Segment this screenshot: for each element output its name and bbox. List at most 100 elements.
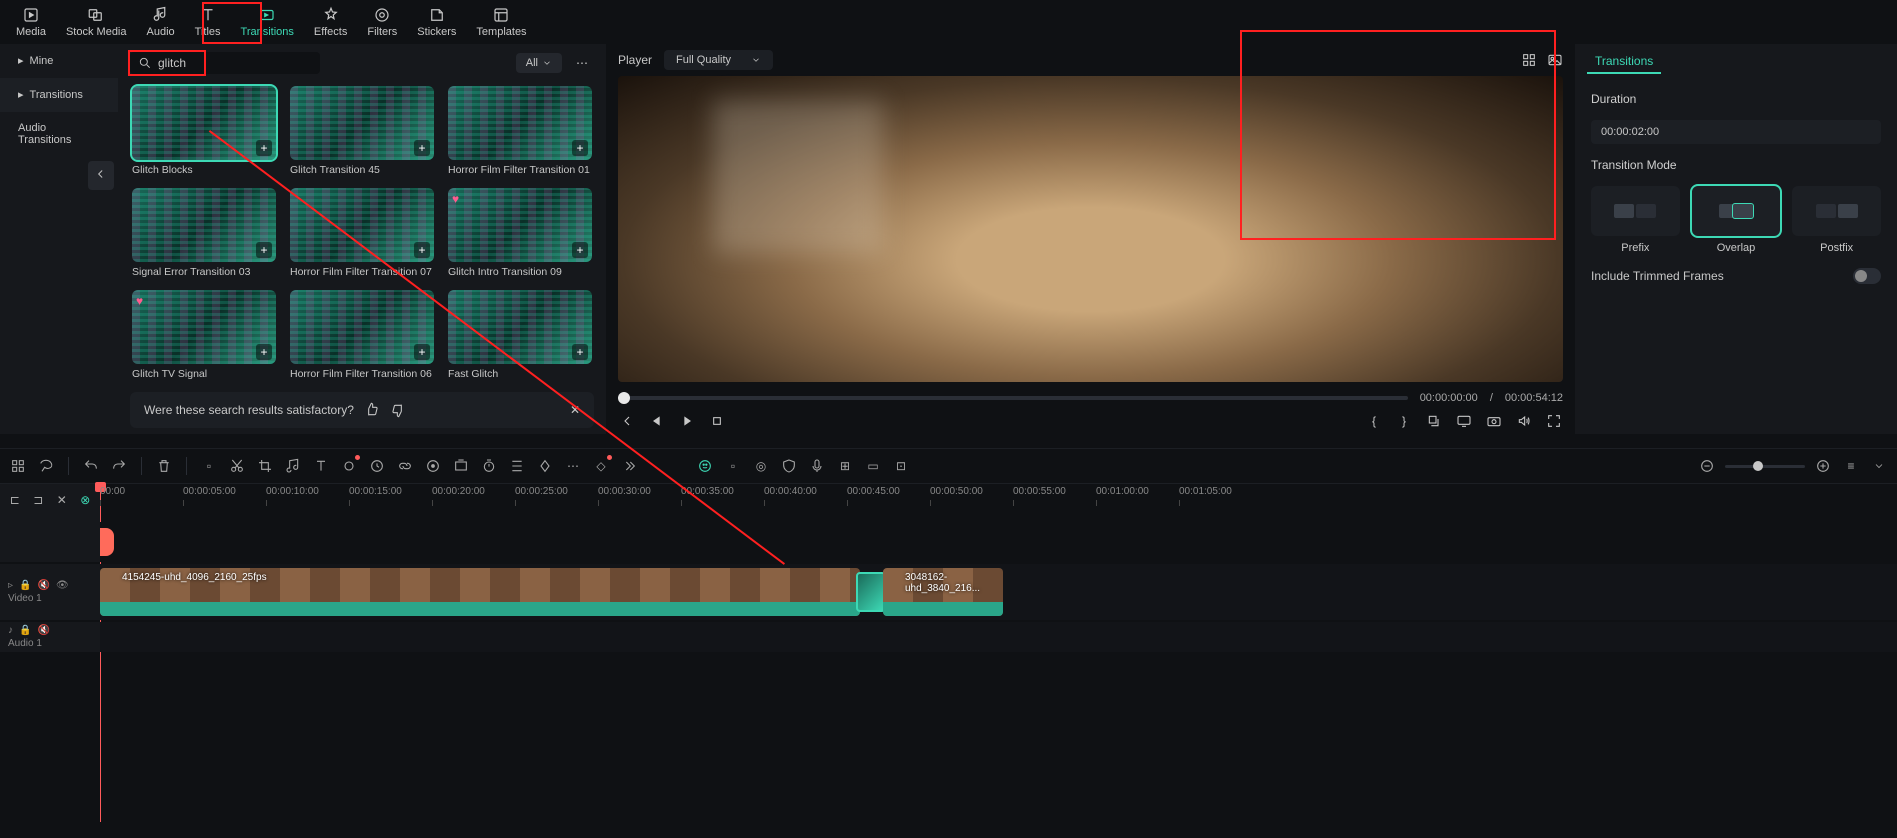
video-clip-2[interactable]: 3048162-uhd_3840_216... — [883, 568, 1003, 616]
tab-titles[interactable]: Titles — [187, 2, 229, 42]
mic-button[interactable] — [807, 456, 827, 476]
tool-4-icon[interactable]: ▭ — [863, 456, 883, 476]
timer-button[interactable] — [479, 456, 499, 476]
transition-thumb[interactable]: ♥ + Glitch Intro Transition 09 — [448, 188, 592, 278]
screen-icon[interactable] — [1455, 412, 1473, 430]
gap-track-body[interactable] — [100, 522, 1897, 562]
brace-close-icon[interactable]: } — [1395, 412, 1413, 430]
stop-button[interactable] — [708, 412, 726, 430]
mute-icon[interactable]: 🔇 — [37, 580, 49, 591]
tab-filters[interactable]: Filters — [359, 2, 405, 42]
transition-thumb[interactable]: + Horror Film Filter Transition 07 — [290, 188, 434, 278]
feedback-close-button[interactable]: ✕ — [570, 403, 580, 417]
time-ruler[interactable]: 00:0000:00:05:0000:00:10:0000:00:15:0000… — [100, 484, 1897, 522]
tool-2-icon[interactable]: ◎ — [751, 456, 771, 476]
quality-dropdown[interactable]: Full Quality — [664, 50, 773, 70]
transition-thumb[interactable]: + Fast Glitch — [448, 290, 592, 380]
sidebar-item-audio-transitions[interactable]: Audio Transitions — [0, 112, 118, 157]
tab-templates[interactable]: Templates — [468, 2, 534, 42]
lock-icon[interactable]: 🔒 — [19, 625, 31, 636]
tab-transitions[interactable]: Transitions — [233, 2, 302, 42]
transition-thumb[interactable]: + Glitch Transition 45 — [290, 86, 434, 176]
tool-3-icon[interactable]: ⊞ — [835, 456, 855, 476]
delete-button[interactable] — [154, 456, 174, 476]
mute-icon[interactable]: 🔇 — [37, 625, 49, 636]
view-list-icon[interactable]: ≡ — [1841, 456, 1861, 476]
zoom-in-button[interactable] — [1813, 456, 1833, 476]
magnet-icon[interactable]: ⊏ — [6, 490, 24, 510]
link-button[interactable] — [395, 456, 415, 476]
audio-icon[interactable]: ♪ — [8, 625, 13, 636]
camera-icon[interactable]: ▹ — [8, 580, 13, 591]
duration-input[interactable]: 00:00:02:00 — [1591, 120, 1881, 144]
expand-tools-button[interactable] — [619, 456, 639, 476]
tool-1-icon[interactable]: ▫ — [723, 456, 743, 476]
tool-lasso-icon[interactable] — [36, 456, 56, 476]
thumbs-up-icon[interactable] — [364, 402, 380, 418]
crop-button[interactable] — [255, 456, 275, 476]
mode-postfix[interactable]: Postfix — [1792, 186, 1881, 254]
marker-icon[interactable] — [1425, 412, 1443, 430]
mode-prefix[interactable]: Prefix — [1591, 186, 1680, 254]
marker-chip[interactable] — [100, 528, 114, 556]
collapse-sidebar-button[interactable] — [88, 161, 114, 190]
sidebar-item-mine[interactable]: ▸Mine — [0, 44, 118, 78]
music-button[interactable] — [283, 456, 303, 476]
shield-icon[interactable] — [779, 456, 799, 476]
tab-stock[interactable]: Stock Media — [58, 2, 135, 42]
speed-button[interactable] — [367, 456, 387, 476]
transition-thumb[interactable]: ♥ + Glitch TV Signal — [132, 290, 276, 380]
prev-frame-button[interactable] — [618, 412, 636, 430]
scrub-thumb[interactable] — [618, 392, 630, 404]
search-input[interactable] — [158, 56, 298, 70]
record-button[interactable] — [339, 456, 359, 476]
link-tracks-icon[interactable]: ✕ — [53, 490, 71, 510]
grid-view-icon[interactable] — [1521, 52, 1537, 68]
transition-thumb[interactable]: + Signal Error Transition 03 — [132, 188, 276, 278]
undo-button[interactable] — [81, 456, 101, 476]
snapshot-button[interactable] — [1485, 412, 1503, 430]
tab-stickers[interactable]: Stickers — [409, 2, 464, 42]
tool-5-icon[interactable]: ⊡ — [891, 456, 911, 476]
audio-track-body[interactable] — [100, 622, 1897, 652]
keyframe-button[interactable] — [535, 456, 555, 476]
lock-icon[interactable]: 🔒 — [19, 580, 31, 591]
sidebar-item-transitions[interactable]: ▸Transitions — [0, 78, 118, 112]
transition-on-timeline[interactable] — [856, 572, 886, 612]
volume-button[interactable] — [1515, 412, 1533, 430]
tab-effects[interactable]: Effects — [306, 2, 355, 42]
track-button[interactable] — [507, 456, 527, 476]
play-button[interactable] — [678, 412, 696, 430]
redo-button[interactable] — [109, 456, 129, 476]
props-tab-transitions[interactable]: Transitions — [1587, 50, 1661, 74]
auto-icon[interactable]: ⊗ — [77, 490, 95, 510]
tab-media[interactable]: Media — [8, 2, 54, 42]
snap-icon[interactable]: ⊐ — [30, 490, 48, 510]
zoom-slider[interactable] — [1725, 465, 1805, 468]
image-icon[interactable] — [1547, 52, 1563, 68]
play-reverse-button[interactable] — [648, 412, 666, 430]
search-box[interactable] — [130, 52, 320, 74]
scrub-track[interactable] — [618, 396, 1408, 400]
preview-canvas[interactable] — [618, 76, 1563, 382]
fullscreen-button[interactable] — [1545, 412, 1563, 430]
color-button[interactable] — [423, 456, 443, 476]
cut-button[interactable] — [227, 456, 247, 476]
tool-a-icon[interactable]: ▫ — [199, 456, 219, 476]
view-options-icon[interactable] — [1869, 456, 1889, 476]
trimmed-frames-toggle[interactable] — [1853, 268, 1881, 284]
ai-button[interactable] — [695, 456, 715, 476]
tool-select-icon[interactable] — [8, 456, 28, 476]
video-track-body[interactable]: 4154245-uhd_4096_2160_25fps 3048162-uhd_… — [100, 564, 1897, 620]
mode-overlap[interactable]: Overlap — [1692, 186, 1781, 254]
tool-y-icon[interactable]: ◇ — [591, 456, 611, 476]
text-button[interactable] — [311, 456, 331, 476]
thumbs-down-icon[interactable] — [390, 402, 406, 418]
transition-thumb[interactable]: + Glitch Blocks — [132, 86, 276, 176]
filter-dropdown[interactable]: All — [516, 53, 562, 73]
eye-icon[interactable]: 👁 — [56, 580, 69, 591]
transition-thumb[interactable]: + Horror Film Filter Transition 01 — [448, 86, 592, 176]
video-clip-1[interactable]: 4154245-uhd_4096_2160_25fps — [100, 568, 860, 616]
zoom-out-button[interactable] — [1697, 456, 1717, 476]
transition-thumb[interactable]: + Horror Film Filter Transition 06 — [290, 290, 434, 380]
